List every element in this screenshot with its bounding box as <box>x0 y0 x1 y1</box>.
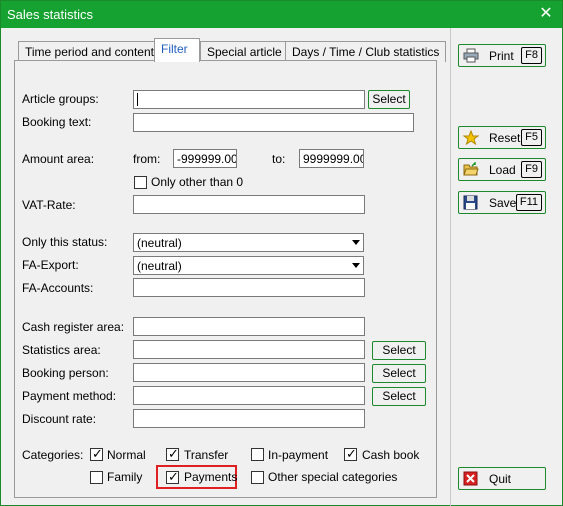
booking-text-input[interactable] <box>133 113 414 132</box>
amount-from-input[interactable]: -999999.00 <box>173 149 237 168</box>
print-button[interactable]: Print F8 <box>458 44 546 67</box>
title-bar: Sales statistics ✕ <box>1 1 562 28</box>
text-cursor <box>137 93 138 106</box>
tab-label: Filter <box>161 42 188 56</box>
tab-label: Days / Time / Club statistics <box>292 45 440 59</box>
tab-label: Time period and content <box>25 45 154 59</box>
save-label: Save <box>489 196 517 210</box>
load-label: Load <box>489 163 516 177</box>
only-this-status-label: Only this status: <box>22 235 108 249</box>
load-shortcut: F9 <box>521 161 542 178</box>
amount-to-label: to: <box>272 152 286 166</box>
booking-person-input[interactable] <box>133 363 365 382</box>
tab-time-period-and-content[interactable]: Time period and content <box>18 41 161 62</box>
category-normal-label: Normal <box>107 448 146 462</box>
window-title: Sales statistics <box>7 7 93 22</box>
article-groups-input[interactable] <box>133 90 365 109</box>
tab-special-article[interactable]: Special article <box>200 41 289 62</box>
quit-button[interactable]: Quit <box>458 467 546 490</box>
payment-method-input[interactable] <box>133 386 365 405</box>
printer-icon <box>463 48 479 63</box>
fa-export-label: FA-Export: <box>22 258 79 272</box>
vat-rate-label: VAT-Rate: <box>22 198 76 212</box>
booking-person-label: Booking person: <box>22 366 109 380</box>
cash-register-area-input[interactable] <box>133 317 365 336</box>
print-shortcut: F8 <box>521 47 542 64</box>
amount-from-label: from: <box>133 152 161 166</box>
print-label: Print <box>489 49 514 63</box>
star-icon <box>463 130 479 145</box>
save-button[interactable]: Save F11 <box>458 191 546 214</box>
category-other-special-label: Other special categories <box>268 470 398 484</box>
category-cash-book-label: Cash book <box>362 448 420 462</box>
load-button[interactable]: Load F9 <box>458 158 546 181</box>
category-payments-checkbox[interactable]: ✓ <box>166 469 179 484</box>
category-in-payment-label: In-payment <box>268 448 329 462</box>
category-other-special-checkbox[interactable] <box>251 471 264 484</box>
reset-label: Reset <box>489 131 521 145</box>
close-x-icon <box>463 471 478 486</box>
dropdown-arrow-icon <box>352 263 360 268</box>
fa-accounts-input[interactable] <box>133 278 365 297</box>
discount-rate-label: Discount rate: <box>22 412 97 426</box>
amount-to-input[interactable]: 9999999.00 <box>299 149 364 168</box>
payment-method-label: Payment method: <box>22 389 117 403</box>
quit-label: Quit <box>489 472 512 486</box>
category-family-label: Family <box>107 470 143 484</box>
checkmark-icon: ✓ <box>168 469 179 484</box>
reset-shortcut: F5 <box>521 129 542 146</box>
article-groups-select-button[interactable]: Select <box>368 90 410 109</box>
checkmark-icon: ✓ <box>346 446 357 461</box>
reset-button[interactable]: Reset F5 <box>458 126 546 149</box>
sales-statistics-window: Sales statistics ✕ Time period and conte… <box>0 0 563 506</box>
only-other-than-0-label: Only other than 0 <box>151 175 244 189</box>
folder-open-icon <box>463 162 479 176</box>
booking-person-select-button[interactable]: Select <box>372 364 426 383</box>
payment-method-select-button[interactable]: Select <box>372 387 426 406</box>
fa-accounts-label: FA-Accounts: <box>22 281 94 295</box>
category-payments-label: Payments <box>184 470 238 484</box>
category-family-checkbox[interactable] <box>90 471 103 484</box>
tab-filter[interactable]: Filter <box>154 38 200 62</box>
booking-text-label: Booking text: <box>22 115 92 129</box>
category-transfer-checkbox[interactable]: ✓ <box>166 446 179 461</box>
sidebar-divider <box>450 28 451 506</box>
discount-rate-input[interactable] <box>133 409 365 428</box>
floppy-disk-icon <box>463 195 478 210</box>
statistics-area-label: Statistics area: <box>22 343 101 357</box>
category-transfer-label: Transfer <box>184 448 229 462</box>
tab-days-time-club-statistics[interactable]: Days / Time / Club statistics <box>285 41 447 62</box>
category-cash-book-checkbox[interactable]: ✓ <box>344 446 357 461</box>
save-shortcut: F11 <box>515 194 542 211</box>
only-other-than-0-checkbox[interactable] <box>134 176 147 189</box>
cash-register-area-label: Cash register area: <box>22 320 125 334</box>
close-icon[interactable]: ✕ <box>536 4 556 24</box>
checkmark-icon: ✓ <box>92 446 103 461</box>
dropdown-arrow-icon <box>352 240 360 245</box>
statistics-area-select-button[interactable]: Select <box>372 341 426 360</box>
amount-area-label: Amount area: <box>22 152 95 166</box>
category-in-payment-checkbox[interactable] <box>251 448 264 461</box>
tab-label: Special article <box>207 45 282 59</box>
fa-export-select[interactable]: (neutral) <box>133 256 364 275</box>
statistics-area-input[interactable] <box>133 340 365 359</box>
article-groups-label: Article groups: <box>22 92 99 106</box>
category-normal-checkbox[interactable]: ✓ <box>90 446 103 461</box>
checkmark-icon: ✓ <box>168 446 179 461</box>
categories-label: Categories: <box>22 448 84 462</box>
vat-rate-input[interactable] <box>133 195 365 214</box>
only-this-status-select[interactable]: (neutral) <box>133 233 364 252</box>
